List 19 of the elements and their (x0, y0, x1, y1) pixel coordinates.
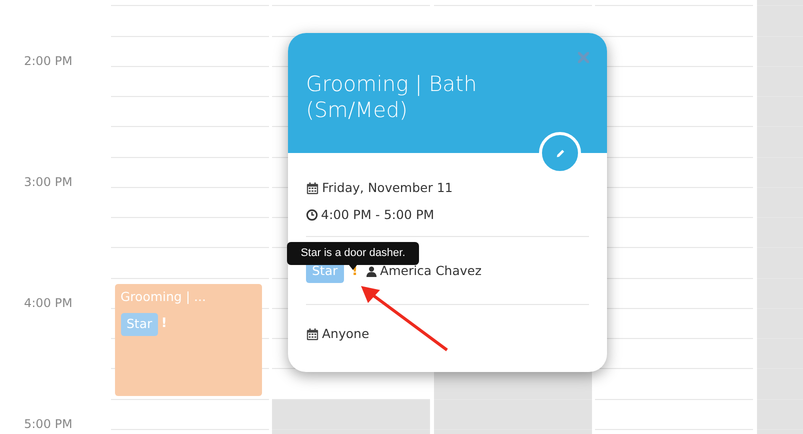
alert-mark: ! (161, 315, 168, 334)
event-card[interactable]: Grooming | ... Star ! (114, 284, 262, 396)
pencil-icon (554, 148, 566, 158)
appointment-date: Friday, November 11 (322, 178, 453, 197)
staff-name: America Chavez (380, 262, 482, 280)
popup-title: Grooming | Bath (Sm/Med) (306, 71, 478, 123)
resource-name: Anyone (322, 324, 370, 343)
event-title: Grooming | ... (120, 288, 206, 306)
time-label: 5:00 PM (24, 416, 72, 430)
person-icon (366, 266, 378, 276)
calendar-icon (306, 182, 319, 194)
pet-tag: Star (120, 312, 158, 336)
clock-icon (306, 209, 318, 221)
calendar-icon (306, 328, 319, 340)
tooltip-text: Star is a door dasher. (300, 246, 406, 262)
appointment-time: 4:00 PM - 5:00 PM (321, 206, 434, 224)
time-label: 3:00 PM (24, 174, 72, 188)
time-label: 4:00 PM (24, 296, 72, 310)
time-label: 2:00 PM (24, 54, 72, 68)
